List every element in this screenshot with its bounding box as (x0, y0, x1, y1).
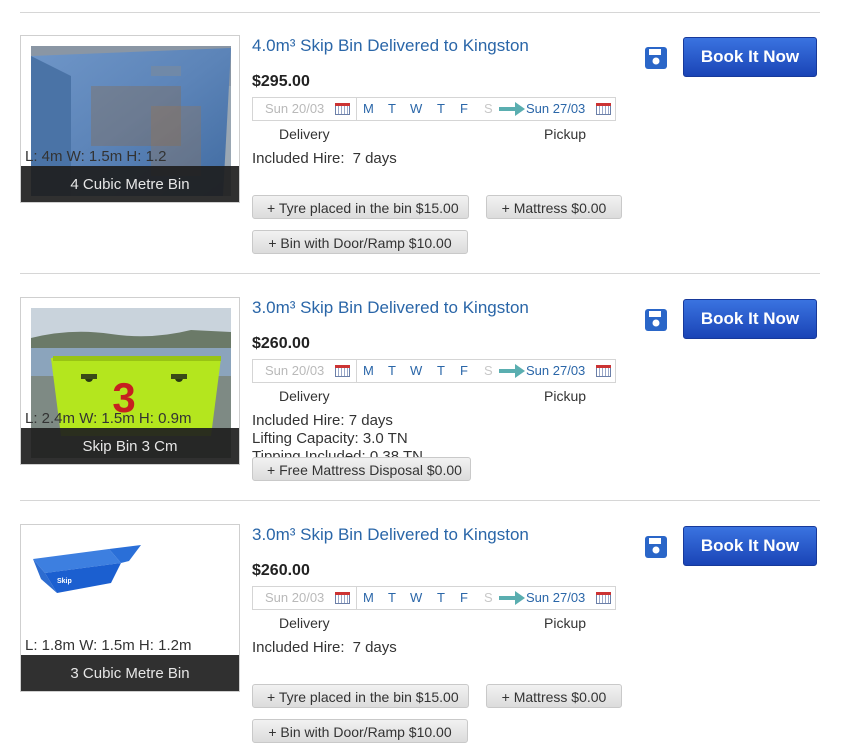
day-mon: M (363, 590, 374, 605)
addon-tyre-button[interactable]: + Tyre placed in the bin $15.00 (252, 195, 469, 219)
date-selector[interactable]: Sun 20/03 M T W T F S Sun 27/03 (252, 359, 616, 383)
day-tue: T (388, 101, 396, 116)
day-thu: T (437, 101, 445, 116)
bin-dimensions: L: 1.8m W: 1.5m H: 1.2m (25, 637, 192, 654)
day-sat: S (484, 101, 493, 116)
divider-top (20, 12, 820, 13)
delivery-date[interactable]: Sun 20/03 (265, 360, 324, 382)
date-selector[interactable]: Sun 20/03 M T W T F S Sun 27/03 (252, 586, 616, 610)
date-separator (356, 587, 357, 609)
pickup-date[interactable]: Sun 27/03 (526, 360, 585, 382)
day-wed: W (410, 590, 423, 605)
delivery-date[interactable]: Sun 20/03 (265, 587, 324, 609)
pickup-label: Pickup (544, 126, 587, 142)
day-wed: W (410, 363, 423, 378)
day-thu: T (437, 363, 445, 378)
included-hire-label: Included Hire: (252, 412, 345, 429)
save-icon[interactable] (645, 536, 667, 558)
included-hire: Included Hire: 7 days (252, 412, 482, 430)
image-caption: 4 Cubic Metre Bin (21, 166, 239, 202)
pickup-label: Pickup (544, 615, 587, 631)
included-hire-label: Included Hire: (252, 639, 345, 656)
included-hire: Included Hire: 7 days (252, 639, 397, 656)
date-separator (356, 360, 357, 382)
book-it-now-button[interactable]: Book It Now (683, 526, 817, 566)
image-caption: Skip Bin 3 Cm (21, 428, 239, 464)
day-mon: M (363, 363, 374, 378)
lifting-capacity-label: Lifting Capacity: (252, 430, 359, 447)
calendar-icon[interactable] (335, 592, 350, 604)
delivery-label: Delivery (279, 388, 330, 404)
day-mon: M (363, 101, 374, 116)
delivery-date[interactable]: Sun 20/03 (265, 98, 324, 120)
listing-image[interactable]: L: 4m W: 1.5m H: 1.2 4 Cubic Metre Bin (20, 35, 240, 203)
included-hire-value: 7 days (348, 412, 393, 429)
day-tue: T (388, 363, 396, 378)
addon-door-ramp-button[interactable]: + Bin with Door/Ramp $10.00 (252, 230, 468, 254)
day-sat: S (484, 363, 493, 378)
arrow-right-icon (499, 364, 525, 378)
lifting-capacity: Lifting Capacity: 3.0 TN (252, 430, 482, 448)
calendar-icon[interactable] (596, 592, 611, 604)
divider-2 (20, 500, 820, 501)
bin-logo-text: Skip (57, 578, 72, 585)
arrow-right-icon (499, 102, 525, 116)
bin-dimensions: L: 4m W: 1.5m H: 1.2 (25, 148, 167, 165)
included-hire-value: 7 days (352, 150, 397, 167)
included-hire: Included Hire: 7 days (252, 150, 397, 167)
save-icon[interactable] (645, 309, 667, 331)
listing-price: $260.00 (252, 335, 310, 352)
listing-price: $295.00 (252, 73, 310, 90)
calendar-icon[interactable] (596, 103, 611, 115)
calendar-icon[interactable] (335, 365, 350, 377)
delivery-label: Delivery (279, 126, 330, 142)
date-selector[interactable]: Sun 20/03 M T W T F S Sun 27/03 (252, 97, 616, 121)
day-tue: T (388, 590, 396, 605)
day-wed: W (410, 101, 423, 116)
lifting-capacity-value: 3.0 TN (362, 430, 408, 447)
listing-price: $260.00 (252, 562, 310, 579)
addon-mattress-button[interactable]: + Mattress $0.00 (486, 195, 622, 219)
day-sat: S (484, 590, 493, 605)
bin-dimensions: L: 2.4m W: 1.5m H: 0.9m (25, 410, 192, 427)
included-hire-value: 7 days (352, 639, 397, 656)
divider-1 (20, 273, 820, 274)
pickup-date[interactable]: Sun 27/03 (526, 587, 585, 609)
save-icon[interactable] (645, 47, 667, 69)
addon-tyre-button[interactable]: + Tyre placed in the bin $15.00 (252, 684, 469, 708)
included-hire-label: Included Hire: (252, 150, 345, 167)
addon-door-ramp-button[interactable]: + Bin with Door/Ramp $10.00 (252, 719, 468, 743)
book-it-now-button[interactable]: Book It Now (683, 299, 817, 339)
date-separator (356, 98, 357, 120)
day-fri: F (460, 590, 468, 605)
listing-image[interactable]: 3 L: 2.4m W: 1.5m H: 0.9m Skip Bin 3 Cm (20, 297, 240, 465)
book-it-now-button[interactable]: Book It Now (683, 37, 817, 77)
day-fri: F (460, 101, 468, 116)
day-thu: T (437, 590, 445, 605)
image-caption: 3 Cubic Metre Bin (21, 655, 239, 691)
arrow-right-icon (499, 591, 525, 605)
delivery-label: Delivery (279, 615, 330, 631)
calendar-icon[interactable] (596, 365, 611, 377)
listing-title[interactable]: 3.0m³ Skip Bin Delivered to Kingston (252, 525, 529, 545)
listing-title[interactable]: 3.0m³ Skip Bin Delivered to Kingston (252, 298, 529, 318)
pickup-label: Pickup (544, 388, 587, 404)
addon-mattress-button[interactable]: + Mattress $0.00 (486, 684, 622, 708)
calendar-icon[interactable] (335, 103, 350, 115)
listing-image[interactable]: Skip L: 1.8m W: 1.5m H: 1.2m 3 Cubic Met… (20, 524, 240, 692)
day-fri: F (460, 363, 468, 378)
pickup-date[interactable]: Sun 27/03 (526, 98, 585, 120)
addon-free-mattress-button[interactable]: + Free Mattress Disposal $0.00 (252, 457, 471, 481)
listing-title[interactable]: 4.0m³ Skip Bin Delivered to Kingston (252, 36, 529, 56)
